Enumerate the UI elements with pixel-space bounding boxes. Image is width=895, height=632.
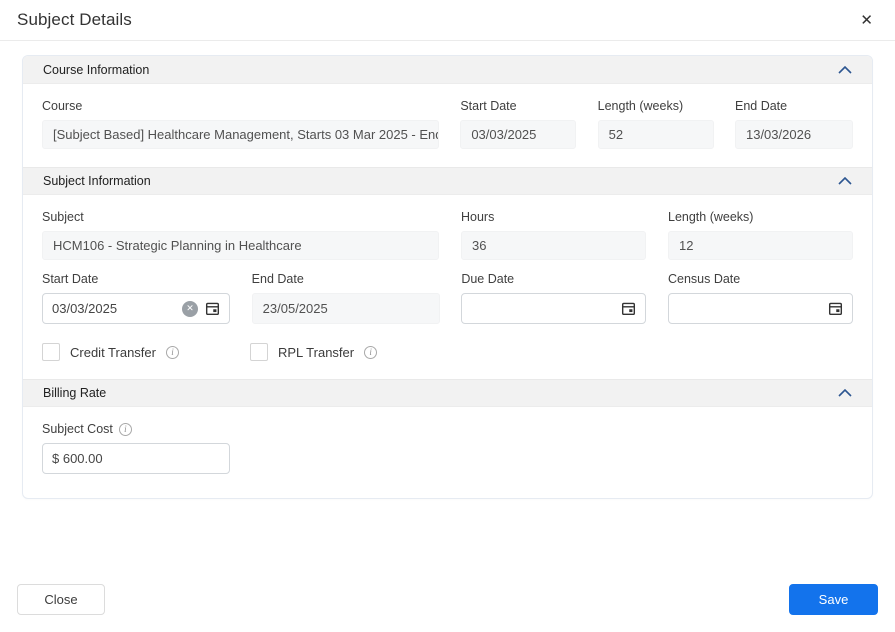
course-length-weeks-label: Length (weeks) — [598, 99, 714, 113]
chevron-up-icon[interactable] — [838, 389, 852, 397]
subject-field: HCM106 - Strategic Planning in Healthcar… — [42, 231, 439, 260]
rpl-transfer-checkbox[interactable] — [250, 343, 268, 361]
subject-label: Subject — [42, 210, 439, 224]
info-icon: i — [166, 346, 179, 359]
info-icon: i — [364, 346, 377, 359]
course-length-weeks-field: 52 — [598, 120, 714, 149]
subject-length-weeks-field: 12 — [668, 231, 853, 260]
chevron-up-icon[interactable] — [838, 66, 852, 74]
subject-cost-label-text: Subject Cost — [42, 422, 113, 436]
subject-cost-label: Subject Cost i — [42, 422, 230, 436]
hours-field: 36 — [461, 231, 646, 260]
section-title: Subject Information — [43, 174, 151, 188]
rpl-transfer-checkbox-item: RPL Transfer i — [250, 343, 377, 361]
census-date-label: Census Date — [668, 272, 853, 286]
calendar-icon[interactable] — [205, 301, 220, 316]
rpl-transfer-label: RPL Transfer — [278, 345, 354, 360]
section-title: Course Information — [43, 63, 149, 77]
course-information-section: Course Information Course [Subject Based… — [23, 56, 872, 167]
chevron-up-icon[interactable] — [838, 177, 852, 185]
subject-details-card: Course Information Course [Subject Based… — [22, 55, 873, 499]
info-icon: i — [119, 423, 132, 436]
dialog-title: Subject Details — [17, 10, 132, 30]
course-information-header[interactable]: Course Information — [23, 56, 872, 84]
course-start-date-field: 03/03/2025 — [460, 120, 576, 149]
close-button[interactable]: Close — [17, 584, 105, 615]
course-label: Course — [42, 99, 439, 113]
clear-icon[interactable]: ✕ — [182, 301, 198, 317]
credit-transfer-checkbox-item: Credit Transfer i — [42, 343, 250, 361]
close-icon[interactable]: ✕ — [856, 11, 877, 30]
subject-information-section: Subject Information Subject HCM106 - Str… — [23, 167, 872, 379]
subject-cost-input-wrap — [42, 443, 230, 474]
calendar-icon[interactable] — [621, 301, 636, 316]
dialog-footer: Close Save — [0, 584, 895, 615]
course-field: [Subject Based] Healthcare Management, S… — [42, 120, 439, 149]
credit-transfer-checkbox[interactable] — [42, 343, 60, 361]
subject-information-header[interactable]: Subject Information — [23, 167, 872, 195]
calendar-icon[interactable] — [828, 301, 843, 316]
subject-cost-input[interactable] — [52, 451, 220, 466]
billing-rate-header[interactable]: Billing Rate — [23, 379, 872, 407]
subject-end-date-label: End Date — [252, 272, 440, 286]
billing-rate-section: Billing Rate Subject Cost i — [23, 379, 872, 498]
due-date-label: Due Date — [461, 272, 646, 286]
course-end-date-field: 13/03/2026 — [735, 120, 853, 149]
section-title: Billing Rate — [43, 386, 106, 400]
course-end-date-label: End Date — [735, 99, 853, 113]
census-date-input-wrap — [668, 293, 853, 324]
hours-label: Hours — [461, 210, 646, 224]
subject-start-date-input[interactable] — [52, 301, 175, 316]
credit-transfer-label: Credit Transfer — [70, 345, 156, 360]
due-date-input-wrap — [461, 293, 646, 324]
save-button[interactable]: Save — [789, 584, 878, 615]
census-date-input[interactable] — [678, 301, 821, 316]
due-date-input[interactable] — [471, 301, 614, 316]
subject-length-weeks-label: Length (weeks) — [668, 210, 853, 224]
dialog-header: Subject Details ✕ — [0, 0, 895, 41]
subject-end-date-field: 23/05/2025 — [252, 293, 440, 324]
course-start-date-label: Start Date — [460, 99, 576, 113]
subject-start-date-label: Start Date — [42, 272, 230, 286]
subject-start-date-input-wrap: ✕ — [42, 293, 230, 324]
